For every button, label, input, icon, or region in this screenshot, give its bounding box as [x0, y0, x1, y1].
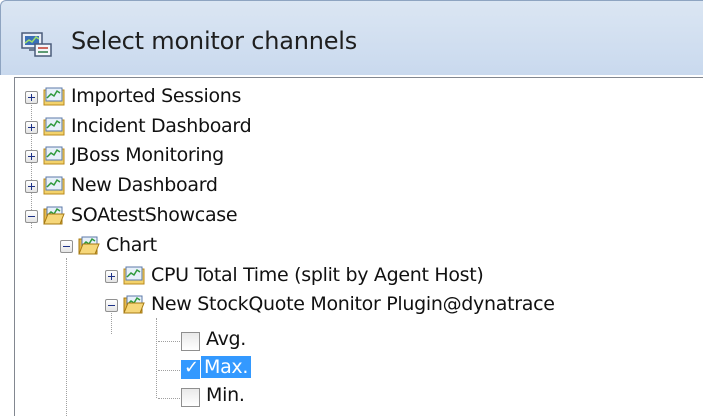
tree-item-imported-sessions[interactable]: Imported Sessions [15, 83, 615, 111]
channel-tree[interactable]: Imported Sessions Incident Dashboard JBo… [14, 77, 703, 416]
open-chart-icon [78, 236, 100, 255]
max-checkbox[interactable]: ✓ [181, 357, 200, 379]
expand-icon[interactable] [105, 270, 118, 283]
tree-item-label: JBoss Monitoring [71, 144, 224, 166]
tree-item-incident-dashboard[interactable]: Incident Dashboard [15, 113, 615, 141]
check-mark-icon: ✓ [184, 357, 200, 378]
channel-label: Min. [206, 384, 245, 406]
tree-item-label: Imported Sessions [71, 85, 242, 107]
tree-item-cpu-total-time[interactable]: CPU Total Time (split by Agent Host) [15, 262, 703, 290]
channel-max[interactable]: ✓ Max. [15, 355, 315, 383]
dialog-title: Select monitor channels [71, 27, 358, 55]
collapse-icon[interactable] [25, 210, 38, 223]
expand-icon[interactable] [25, 150, 38, 163]
avg-checkbox[interactable] [181, 332, 200, 351]
channel-label: Max. [201, 356, 252, 378]
dashboard-icon [43, 176, 65, 195]
dashboard-icon [43, 146, 65, 165]
tree-item-new-dashboard[interactable]: New Dashboard [15, 172, 615, 200]
monitor-channels-icon [21, 32, 52, 57]
channel-min[interactable]: Min. [15, 383, 315, 411]
tree-item-jboss-monitoring[interactable]: JBoss Monitoring [15, 142, 615, 170]
chart-icon [123, 266, 145, 285]
tree-item-new-stockquote-monitor[interactable]: New StockQuote Monitor Plugin@dynatrace [15, 291, 703, 319]
collapse-icon[interactable] [60, 240, 73, 253]
title-bar[interactable]: Select monitor channels [0, 0, 703, 75]
collapse-icon[interactable] [105, 299, 118, 312]
open-dashboard-icon [43, 206, 65, 225]
expand-icon[interactable] [25, 121, 38, 134]
tree-item-label: Incident Dashboard [71, 115, 252, 137]
tree-item-soatestshowcase[interactable]: SOAtestShowcase [15, 202, 615, 230]
tree-item-label: CPU Total Time (split by Agent Host) [151, 264, 484, 286]
tree-item-label: Chart [106, 234, 157, 256]
expand-icon[interactable] [25, 180, 38, 193]
dashboard-icon [43, 87, 65, 106]
min-checkbox[interactable] [181, 388, 200, 407]
expand-icon[interactable] [25, 91, 38, 104]
open-chart-icon [123, 295, 145, 314]
channel-label: Avg. [206, 328, 247, 350]
dashboard-icon [43, 117, 65, 136]
tree-item-label: New StockQuote Monitor Plugin@dynatrace [151, 293, 555, 315]
channel-avg[interactable]: Avg. [15, 327, 315, 355]
tree-item-label: New Dashboard [71, 174, 218, 196]
tree-item-chart[interactable]: Chart [15, 232, 615, 260]
tree-item-label: SOAtestShowcase [71, 204, 238, 226]
select-monitor-channels-dialog: Select monitor channels Imported Session… [0, 0, 703, 416]
